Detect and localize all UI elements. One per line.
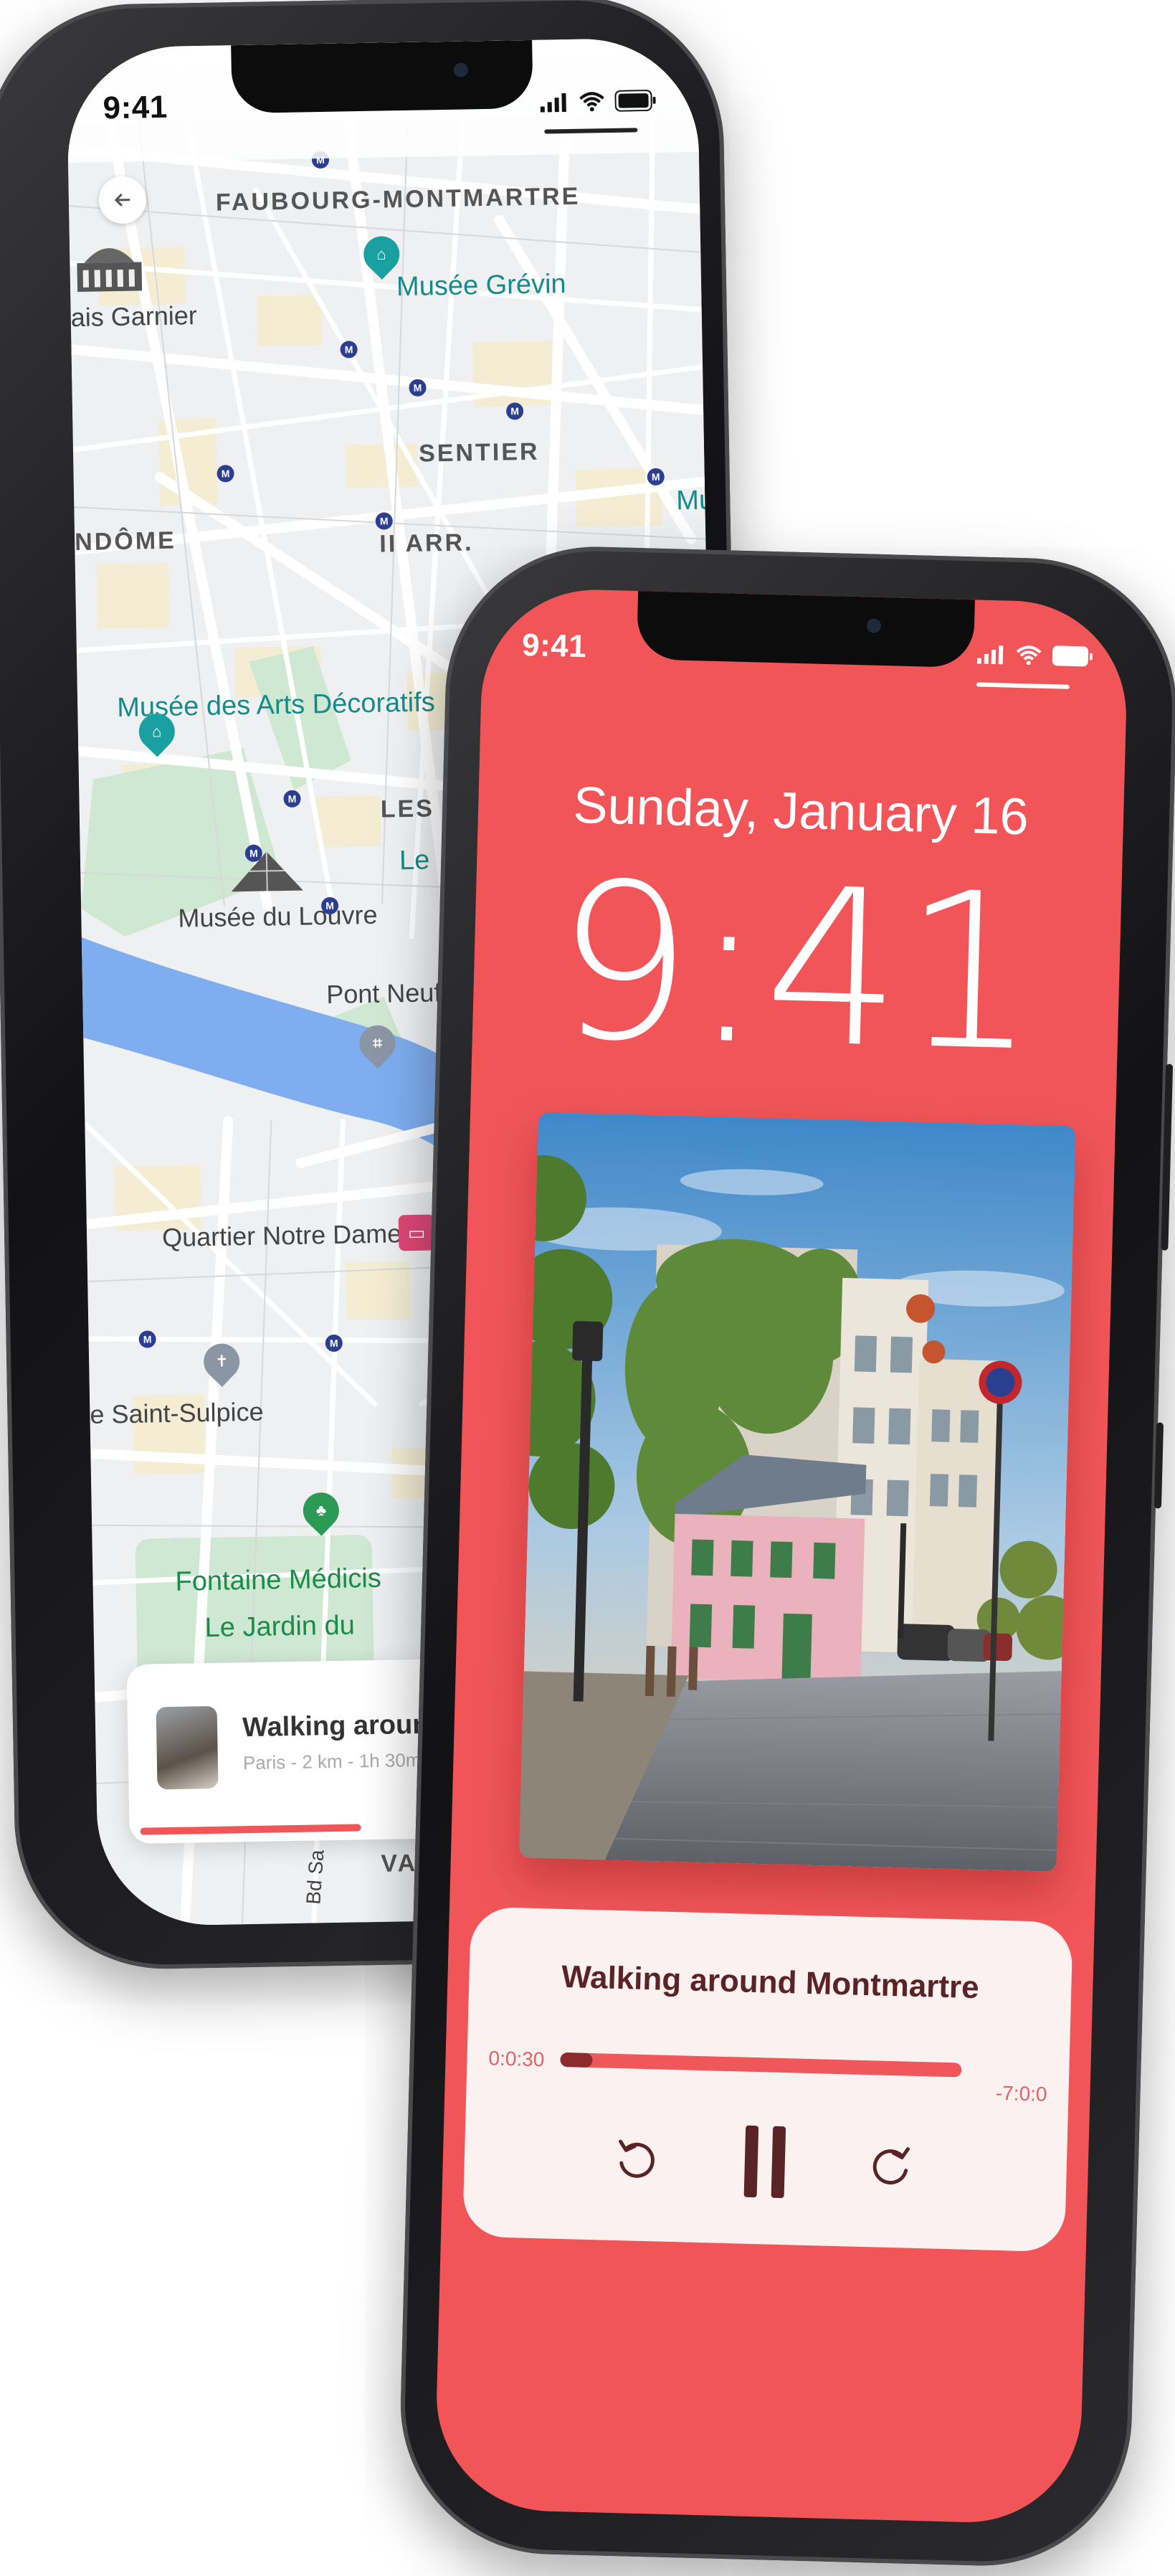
wifi-icon xyxy=(1016,645,1042,666)
lock-screen: 9:41 Sunday, January 16 9:41 Walking aro… xyxy=(434,587,1129,2526)
map-label-notre-dame[interactable]: Quartier Notre Dame xyxy=(162,1218,402,1253)
signal-icon xyxy=(976,645,1004,665)
louvre-pyramid-icon xyxy=(231,851,303,892)
map-label-les: LES xyxy=(380,795,435,823)
rotate-forward-icon xyxy=(872,2147,910,2185)
power-button xyxy=(1161,1064,1174,1251)
wifi-icon xyxy=(579,92,604,112)
map-label-garnier: ais Garnier xyxy=(70,300,198,333)
map-label-le: Le xyxy=(399,845,430,876)
map-label-fontaine-medicis[interactable]: Fontaine Médicis xyxy=(175,1563,381,1598)
notch xyxy=(231,39,533,114)
notification-indicator xyxy=(976,682,1070,689)
side-button xyxy=(1153,1422,1164,1509)
map-label-ii-arr: II ARR. xyxy=(379,529,474,558)
map-label-vendome: NDÔME xyxy=(74,526,177,557)
map-label-saint-sulpice: e Saint-Sulpice xyxy=(90,1396,264,1429)
tour-thumbnail xyxy=(156,1705,219,1790)
status-time: 9:41 xyxy=(521,627,587,665)
hotel-icon[interactable]: ▭ xyxy=(398,1214,435,1251)
map-label-jardin: Le Jardin du xyxy=(204,1610,356,1644)
album-artwork xyxy=(518,1112,1076,1872)
map-label-pont-neuf[interactable]: Pont Neuf xyxy=(326,977,442,1010)
arrow-left-icon xyxy=(114,194,130,207)
montmartre-street-image xyxy=(518,1112,1076,1872)
progress-slider[interactable] xyxy=(560,2052,962,2078)
map-label-louvre[interactable]: Musée du Louvre xyxy=(178,900,378,934)
now-playing-title: Walking around Montmartre xyxy=(561,1959,980,2006)
camera-icon xyxy=(453,62,468,77)
pause-icon xyxy=(743,2125,786,2199)
battery-icon xyxy=(614,90,656,112)
forward-button[interactable] xyxy=(858,2132,924,2198)
mini-player-progress xyxy=(140,1824,361,1835)
signal-icon xyxy=(540,93,566,113)
progress-fill xyxy=(560,2052,593,2068)
rotate-back-icon xyxy=(619,2139,655,2178)
elapsed-time: 0:0:30 xyxy=(488,2047,545,2071)
battery-icon xyxy=(1052,645,1093,667)
map-label-mu: Mu xyxy=(675,485,715,516)
remaining-time: -7:0:0 xyxy=(995,2081,1047,2106)
now-playing-card[interactable]: Walking around Montmartre 0:0:30 -7:0:0 xyxy=(462,1906,1073,2253)
map-label-bd-sa: Bd Sa xyxy=(302,1849,328,1905)
mini-player-subtitle: Paris - 2 km - 1h 30min xyxy=(242,1748,436,1774)
map-label-grevin[interactable]: Musée Grévin xyxy=(396,269,566,303)
lock-time: 9:41 xyxy=(552,836,1042,1099)
opera-garnier-icon xyxy=(77,248,143,292)
camera-icon xyxy=(866,618,882,633)
notch xyxy=(636,591,975,668)
player-phone-frame: 9:41 Sunday, January 16 9:41 Walking aro… xyxy=(396,543,1175,2570)
rewind-button[interactable] xyxy=(604,2126,670,2192)
pause-button[interactable] xyxy=(728,2118,802,2206)
status-icons xyxy=(540,90,656,113)
map-label-sentier: SENTIER xyxy=(418,437,540,468)
status-time: 9:41 xyxy=(103,89,168,126)
status-icons xyxy=(976,643,1094,667)
